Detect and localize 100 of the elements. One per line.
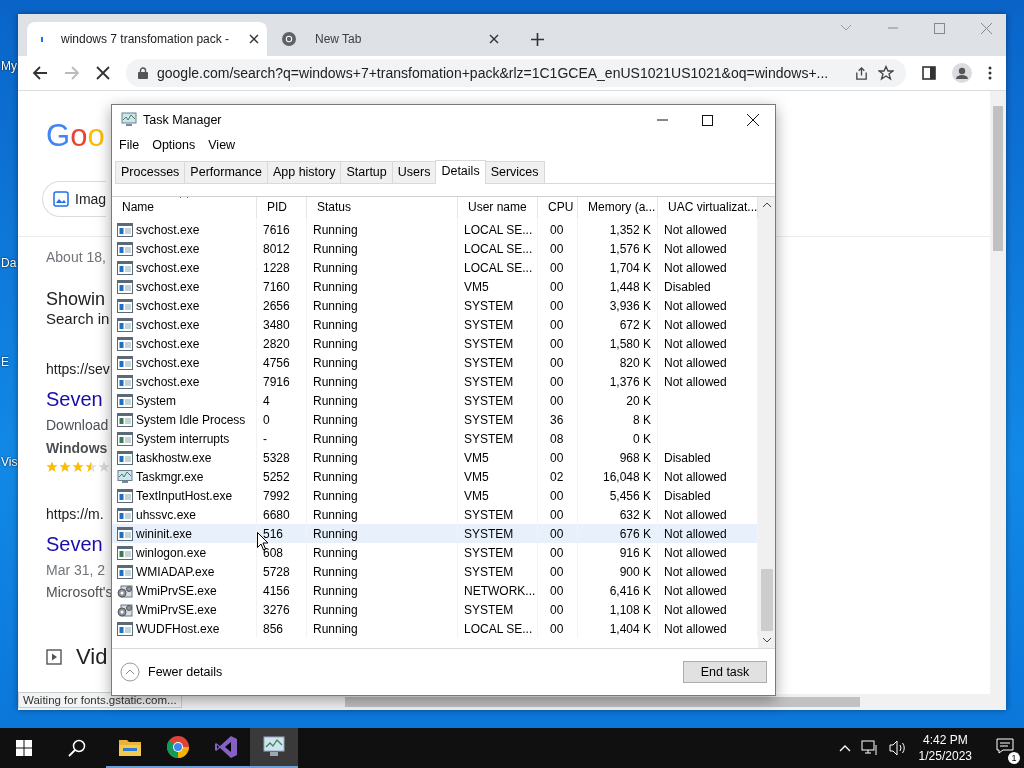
share-icon[interactable] [854,65,869,81]
window-title: Task Manager [143,113,222,127]
column-header[interactable]: Status [307,197,458,219]
menu-item[interactable]: View [208,138,236,158]
table-cell: Running [313,564,358,579]
process-row[interactable]: svchost.exe 1228 Running LOCAL SE... 00 1,704 K Not allowed [112,258,758,277]
table-cell: Running [313,260,358,275]
tab[interactable]: App history [266,161,342,183]
table-cell: System [136,393,176,408]
notification-icon[interactable] [996,738,1014,754]
close-icon[interactable] [489,34,499,44]
table-cell: 5,456 K [609,488,651,503]
profile-icon[interactable] [952,63,972,83]
clock-time[interactable]: 4:42 PM [922,732,968,748]
table-cell: winlogon.exe [136,545,207,560]
table-cell: Running [313,583,358,598]
tab[interactable]: Details [435,160,486,184]
process-row[interactable]: WMIADAP.exe 5728 Running SYSTEM 00 900 K Not allowed [112,562,758,581]
process-row[interactable]: svchost.exe 7916 Running SYSTEM 00 1,376 K Not allowed [112,372,758,391]
chevron-up-icon[interactable] [838,744,851,752]
browser-tab[interactable]: New Tab [267,22,507,56]
menu-icon[interactable] [988,66,992,80]
table-cell: 00 [550,279,564,294]
desktop-icon-label[interactable]: Da [1,256,17,270]
close-icon[interactable] [747,114,759,126]
column-header[interactable]: Memory (a... [578,197,658,219]
browser-tab[interactable]: windows 7 transfomation pack - [27,22,267,56]
process-row[interactable]: WmiPrvSE.exe 4156 Running NETWORK... 00 6,416 K Not allowed [112,581,758,600]
play-icon [46,649,62,665]
address-bar[interactable]: google.com/search?q=windows+7+transfomation+pack&rlz=1C1GCEA_enUS1021US1021&oq=windows+... [126,59,906,87]
end-task-button[interactable]: End task [683,661,767,683]
taskbar-app[interactable] [250,728,298,768]
column-header[interactable]: User name [458,197,538,219]
tab[interactable]: Startup [340,161,393,183]
desktop-icon-label[interactable]: Vis [1,455,18,469]
table-cell: Not allowed [664,260,727,275]
process-row[interactable]: svchost.exe 7160 Running VM5 00 1,448 K Disabled [112,277,758,296]
process-row[interactable]: svchost.exe 2656 Running SYSTEM 00 3,936 K Not allowed [112,296,758,315]
process-row[interactable]: System interrupts - Running SYSTEM 08 0 K [112,429,758,448]
desktop-icon-label[interactable]: My [1,59,17,73]
process-row[interactable]: System 4 Running SYSTEM 00 20 K [112,391,758,410]
process-row[interactable]: svchost.exe 2820 Running SYSTEM 00 1,580 K Not allowed [112,334,758,353]
process-row[interactable]: wininit.exe 516 Running SYSTEM 00 676 K Not allowed [112,524,758,543]
table-cell: 00 [550,222,564,237]
table-cell: 00 [550,260,564,275]
table-cell: Not allowed [664,621,727,636]
process-row[interactable]: svchost.exe 3480 Running SYSTEM 00 672 K Not allowed [112,315,758,334]
process-row[interactable]: Taskmgr.exe 5252 Running VM5 02 16,048 K Not allowed [112,467,758,486]
scroll-thumb[interactable] [760,569,773,631]
table-cell: 900 K [619,564,651,579]
column-header[interactable]: Name [112,197,257,219]
table-cell: TextInputHost.exe [136,488,233,503]
star-icon[interactable] [878,65,894,81]
table-cell: 0 K [633,431,651,446]
scroll-down-icon[interactable] [761,637,772,643]
stop-icon[interactable] [96,66,110,80]
maximize-icon[interactable] [702,114,713,126]
network-icon[interactable] [860,740,879,756]
table-cell: SYSTEM [464,374,514,389]
scrollbar[interactable] [990,91,1006,694]
process-row[interactable]: TextInputHost.exe 7992 Running VM5 00 5,456 K Disabled [112,486,758,505]
table-cell: Running [313,393,358,408]
table-cell: 6,416 K [609,583,651,598]
fewer-details-button[interactable]: Fewer details [120,662,223,682]
volume-icon[interactable] [888,740,907,756]
column-header[interactable]: CPU [538,197,578,219]
result-title-link[interactable]: Seven [46,531,103,557]
tab[interactable]: Services [484,161,545,183]
process-row[interactable]: svchost.exe 4756 Running SYSTEM 00 820 K Not allowed [112,353,758,372]
result-title-link[interactable]: Seven [46,386,103,412]
menu-item[interactable]: File [119,138,140,158]
app-window-icon [117,374,133,389]
side-panel-icon[interactable] [922,66,936,80]
table-cell: 36 [550,412,564,427]
tab[interactable]: Users [391,161,437,183]
process-row[interactable]: svchost.exe 7616 Running LOCAL SE... 00 1,352 K Not allowed [112,220,758,239]
process-row[interactable]: taskhostw.exe 5328 Running VM5 00 968 K Disabled [112,448,758,467]
tab[interactable]: Processes [115,161,186,183]
process-row[interactable]: System Idle Process 0 Running SYSTEM 36 8 K [112,410,758,429]
new-tab-icon[interactable] [531,33,544,46]
table-cell: 1228 [263,260,290,275]
close-icon[interactable] [249,34,259,44]
scrollbar[interactable] [758,197,775,648]
process-row[interactable]: WUDFHost.exe 856 Running LOCAL SE... 00 1,404 K Not allowed [112,619,758,638]
search-icon[interactable] [68,739,86,757]
clock-date[interactable]: 1/25/2023 [918,748,972,764]
process-row[interactable]: svchost.exe 8012 Running LOCAL SE... 00 1,576 K Not allowed [112,239,758,258]
star-icon [59,461,71,473]
table-cell: 608 [263,545,284,560]
column-header[interactable]: PID [257,197,307,219]
app-window-icon [117,488,133,503]
table-cell: Not allowed [664,602,727,617]
scroll-up-icon[interactable] [761,202,772,208]
menu-item[interactable]: Options [152,138,196,158]
back-icon[interactable] [32,65,48,81]
tab[interactable]: Performance [184,161,268,183]
process-row[interactable]: WmiPrvSE.exe 3276 Running SYSTEM 00 1,108 K Not allowed [112,600,758,619]
desktop-icon-label[interactable]: E [1,355,9,369]
windows-logo-icon[interactable] [16,740,32,756]
search-engine-logo[interactable]: Goo [46,111,105,161]
